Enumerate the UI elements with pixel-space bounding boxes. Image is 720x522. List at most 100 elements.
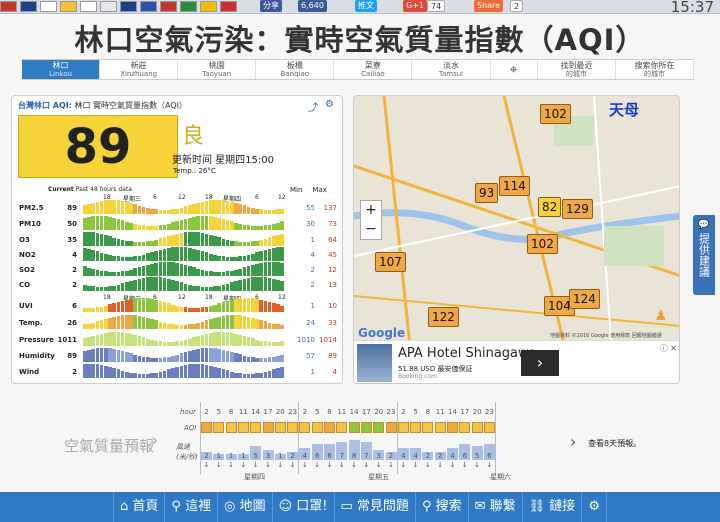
search-button[interactable]: ⚲ 搜索 <box>416 492 469 522</box>
flag-icon[interactable] <box>140 1 157 12</box>
history-bar <box>196 349 200 362</box>
forecast-aqi-cell[interactable] <box>422 422 434 433</box>
more-forecast-link[interactable]: 查看8天預報。 <box>588 438 641 449</box>
map-marker[interactable]: 102 <box>540 104 571 124</box>
forecast-aqi-cell[interactable] <box>237 422 249 433</box>
forecast-section: 空氣質量預報 › hour AQI 風速(米/秒) 2 2 ↓ 5 1 ↓ 8 1 ↓ 11 1 ↓ 1… <box>0 400 720 490</box>
history-bar <box>179 282 184 291</box>
flag-icon[interactable] <box>160 1 177 12</box>
home-button[interactable]: ⌂ 首頁 <box>113 492 166 522</box>
wind-value: 4 <box>413 452 418 460</box>
share-icon[interactable]: ⤴ <box>308 99 318 114</box>
nav-item-cailiao[interactable]: 菜寮 Cailiao <box>334 60 413 79</box>
map-marker[interactable]: 102 <box>527 234 558 254</box>
forecast-hour: 23 <box>386 408 396 416</box>
history-bar <box>167 357 171 362</box>
forecast-aqi-cell[interactable] <box>434 422 446 433</box>
map-marker[interactable]: 93 <box>475 183 499 203</box>
forecast-aqi-cell[interactable] <box>385 422 397 433</box>
forecast-aqi-cell[interactable] <box>471 422 483 433</box>
forecast-aqi-cell[interactable] <box>299 422 311 433</box>
history-bar <box>83 205 87 214</box>
contact-button[interactable]: ✉ 聯繫 <box>469 492 523 522</box>
here-button[interactable]: ⚲ 這裡 <box>165 492 219 522</box>
forecast-aqi-cell[interactable] <box>360 422 372 433</box>
pollutant-row: Temp. 26 24 33 <box>17 315 339 330</box>
flag-icon[interactable] <box>120 1 137 12</box>
map-marker[interactable]: 122 <box>428 307 459 327</box>
flag-icon[interactable] <box>200 1 217 12</box>
forecast-aqi-cell[interactable] <box>397 422 409 433</box>
nav-item-linkou[interactable]: 林口 Linkou <box>22 60 101 79</box>
chevron-right-icon[interactable]: › <box>570 432 576 451</box>
forecast-aqi-cell[interactable] <box>373 422 385 433</box>
forecast-aqi-cell[interactable] <box>274 422 286 433</box>
mask-button[interactable]: ☺ 口罩! <box>273 492 335 522</box>
flag-icon[interactable] <box>220 1 237 12</box>
ad-open-button[interactable]: › <box>521 350 559 376</box>
flag-icon[interactable] <box>0 1 17 12</box>
zoom-in-button[interactable]: + <box>361 201 381 220</box>
map-marker[interactable]: 129 <box>562 199 593 219</box>
map-copyright[interactable]: 地圖資料 ©2016 Google 使用條款 回報地圖錯誤 <box>550 332 662 339</box>
facebook-share-button[interactable]: 分享 <box>260 0 282 12</box>
locate-icon[interactable]: ⌖ <box>491 60 538 79</box>
forecast-aqi-cell[interactable] <box>311 422 323 433</box>
forecast-aqi-cell[interactable] <box>447 422 458 433</box>
forecast-aqi-cell[interactable] <box>324 422 335 433</box>
forecast-aqi-cell[interactable] <box>459 422 471 433</box>
nav-item-taoyuan[interactable]: 桃園 Taoyuan <box>178 60 257 79</box>
forecast-aqi-cell[interactable] <box>225 422 237 433</box>
flag-icon[interactable] <box>60 1 77 12</box>
settings-icon[interactable]: ⚙ <box>325 99 334 110</box>
map-marker[interactable]: 107 <box>375 252 406 272</box>
forecast-aqi-cell[interactable] <box>213 422 225 433</box>
links-button[interactable]: ⛓ 鏈接 <box>523 492 583 522</box>
tweet-button[interactable]: 推文 <box>355 0 377 12</box>
history-bar <box>259 240 263 246</box>
zoom-out-button[interactable]: − <box>361 220 381 239</box>
feedback-tab[interactable]: 💬 提供建議 <box>693 215 715 295</box>
nav-item-search-city[interactable]: 搜索你所在 的城市 <box>616 60 694 79</box>
history-bar <box>276 368 280 378</box>
ad-url: Booking.com <box>398 373 437 380</box>
forecast-aqi-cell[interactable] <box>250 422 262 433</box>
flag-icon[interactable] <box>100 1 117 12</box>
history-bar <box>276 324 280 329</box>
forecast-aqi-cell[interactable] <box>287 422 299 433</box>
history-bar <box>171 368 175 378</box>
map-marker[interactable]: 114 <box>499 176 530 196</box>
facebook-like-button[interactable]: 6,640 <box>298 0 327 12</box>
history-bar <box>91 203 95 214</box>
flag-icon[interactable] <box>180 1 197 12</box>
ad-close-icon[interactable]: ⓘ ✕ <box>660 343 677 354</box>
ad-banner[interactable]: APA Hotel Shinagawa 51.88 USD 最安価保証 Book… <box>354 340 679 383</box>
forecast-aqi-cell[interactable] <box>262 422 274 433</box>
share-button[interactable]: Share <box>474 0 504 12</box>
map-marker[interactable]: 82 <box>538 197 562 217</box>
faq-button[interactable]: ▭ 常見問題 <box>335 492 416 522</box>
history-bar <box>171 235 175 246</box>
forecast-aqi-cell[interactable] <box>348 422 360 433</box>
nav-item-nearest-city[interactable]: 找到最近 的城市 <box>538 60 616 79</box>
aqi-map[interactable]: 天母 102 93 114 82 129 102 107 104 124 122… <box>353 95 680 384</box>
forecast-aqi-cell[interactable] <box>410 422 422 433</box>
history-bar <box>83 364 87 378</box>
forecast-aqi-cell[interactable] <box>201 422 212 433</box>
history-bar <box>162 278 167 291</box>
map-marker[interactable]: 124 <box>569 289 600 309</box>
nav-item-xinzhuang[interactable]: 新莊 Xinzhuang <box>100 60 179 79</box>
nav-item-banqiao[interactable]: 板橋 Banqiao <box>256 60 335 79</box>
nav-item-tamsui[interactable]: 淡水 Tamsui <box>412 60 491 79</box>
map-button[interactable]: ◎ 地圖 <box>218 492 273 522</box>
chevron-left-icon[interactable]: › <box>151 430 158 451</box>
flag-icon[interactable] <box>80 1 97 12</box>
forecast-aqi-cell[interactable] <box>336 422 348 433</box>
gear-icon[interactable]: ⚙ <box>582 492 607 522</box>
pegman-icon[interactable]: ♟ <box>654 308 667 324</box>
flag-icon[interactable] <box>20 1 37 12</box>
flag-icon[interactable] <box>40 1 57 12</box>
history-bar <box>251 298 255 312</box>
forecast-aqi-cell[interactable] <box>483 422 495 433</box>
gplus-button[interactable]: G+1 <box>403 0 427 12</box>
